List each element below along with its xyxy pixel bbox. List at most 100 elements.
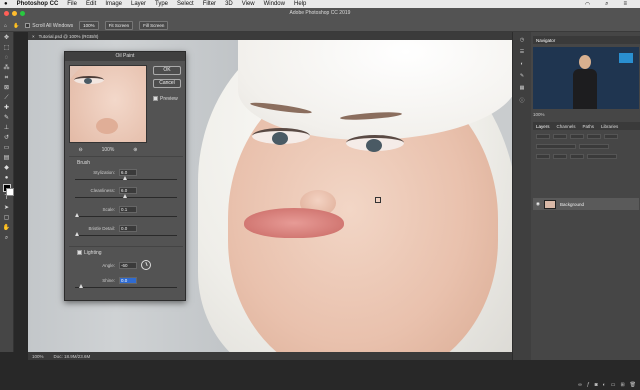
stylization-label: Stylization: <box>93 170 115 175</box>
zoom-in-icon[interactable]: ⊕ <box>133 147 137 153</box>
stylization-input[interactable]: 6.0 <box>119 169 137 176</box>
stylization-slider-handle[interactable] <box>123 176 127 180</box>
menu-window[interactable]: Window <box>264 1 285 7</box>
menu-3d[interactable]: 3D <box>225 1 233 7</box>
folder-icon[interactable]: ▭ <box>611 382 616 390</box>
menu-help[interactable]: Help <box>294 1 306 7</box>
path-select-tool-icon[interactable]: ➤ <box>2 204 12 212</box>
brush-panel-icon[interactable]: ✎ <box>518 73 526 80</box>
wifi-icon[interactable]: ◠ <box>585 1 590 8</box>
tab-layers[interactable]: Layers <box>536 124 550 129</box>
menu-image[interactable]: Image <box>105 1 122 7</box>
trash-icon[interactable]: 🗑 <box>630 382 636 390</box>
scale-slider[interactable] <box>75 216 177 217</box>
quick-select-tool-icon[interactable]: ⁂ <box>2 64 12 72</box>
angle-label: Angle: <box>102 263 115 268</box>
scale-input[interactable]: 0.1 <box>119 206 137 213</box>
menu-file[interactable]: File <box>67 1 77 7</box>
zoom-tool-icon[interactable]: ⌕ <box>2 234 12 242</box>
cleanliness-slider-handle[interactable] <box>123 194 127 198</box>
crop-tool-icon[interactable]: ⌗ <box>2 74 12 82</box>
hand-tool-icon[interactable]: ✋ <box>13 23 19 29</box>
menu-layer[interactable]: Layer <box>131 1 146 7</box>
stamp-tool-icon[interactable]: ⊥ <box>2 124 12 132</box>
adjustment-icon[interactable]: ◐ <box>603 382 606 390</box>
menu-filter[interactable]: Filter <box>203 1 216 7</box>
cancel-button[interactable]: Cancel <box>153 79 181 88</box>
status-zoom[interactable]: 100% <box>32 354 44 359</box>
move-tool-icon[interactable]: ✥ <box>2 34 12 42</box>
fill-screen-button[interactable]: Fill Screen <box>139 21 169 30</box>
shape-tool-icon[interactable]: ▢ <box>2 214 12 222</box>
cleanliness-input[interactable]: 6.0 <box>119 187 137 194</box>
mask-icon[interactable]: ◙ <box>595 382 598 390</box>
apple-icon[interactable]: ● <box>4 1 8 7</box>
zoom-100-button[interactable]: 100% <box>79 21 99 30</box>
navigator-zoom[interactable]: 100% <box>533 112 639 118</box>
eraser-tool-icon[interactable]: ▭ <box>2 144 12 152</box>
layer-filter-controls[interactable] <box>533 134 639 141</box>
new-layer-icon[interactable]: ⊞ <box>620 382 624 390</box>
eyedropper-tool-icon[interactable]: ⟋ <box>2 94 12 102</box>
menu-bar: ● Photoshop CC File Edit Image Layer Typ… <box>0 0 640 8</box>
gradient-tool-icon[interactable]: ▤ <box>2 154 12 162</box>
preview-checkbox[interactable]: Preview <box>153 96 178 102</box>
menu-edit[interactable]: Edit <box>86 1 96 7</box>
angle-dial[interactable] <box>141 260 151 270</box>
bristle-detail-label: Bristle Detail: <box>88 226 115 231</box>
navigator-thumbnail[interactable] <box>533 47 639 109</box>
angle-input[interactable]: -60 <box>119 262 137 269</box>
properties-panel-icon[interactable]: ☰ <box>518 49 526 56</box>
shine-slider-handle[interactable] <box>79 284 83 288</box>
tab-libraries[interactable]: Libraries <box>601 124 618 129</box>
shine-input[interactable]: 0.0 <box>119 277 137 284</box>
bristle-detail-slider-handle[interactable] <box>75 232 79 236</box>
ok-button[interactable]: OK <box>153 66 181 75</box>
hand-tool-icon[interactable]: ✋ <box>2 224 12 232</box>
blur-tool-icon[interactable]: ◆ <box>2 164 12 172</box>
shine-slider[interactable] <box>75 287 177 288</box>
marquee-tool-icon[interactable]: ⬚ <box>2 44 12 52</box>
tab-navigator[interactable]: Navigator <box>536 38 555 43</box>
menu-type[interactable]: Type <box>155 1 168 7</box>
fit-screen-button[interactable]: Fit Screen <box>104 21 134 30</box>
bristle-detail-input[interactable]: 0.0 <box>119 225 137 232</box>
close-tab-icon[interactable]: × <box>32 34 35 39</box>
menu-select[interactable]: Select <box>177 1 194 7</box>
search-icon[interactable]: ⌕ <box>605 1 608 8</box>
frame-tool-icon[interactable]: ⊠ <box>2 84 12 92</box>
filter-preview-image[interactable] <box>69 65 147 143</box>
link-icon[interactable]: ∞ <box>578 382 582 390</box>
layer-name: Background <box>559 201 584 207</box>
adjustments-panel-icon[interactable]: ◐ <box>518 61 526 68</box>
home-icon[interactable]: ⌂ <box>4 23 7 29</box>
fx-icon[interactable]: ƒ <box>587 382 590 390</box>
history-panel-icon[interactable]: ◷ <box>518 37 526 44</box>
lock-controls[interactable] <box>533 154 639 161</box>
healing-brush-tool-icon[interactable]: ✚ <box>2 104 12 112</box>
lasso-tool-icon[interactable]: ◌ <box>2 54 12 62</box>
control-center-icon[interactable]: ≡ <box>623 1 627 7</box>
scale-slider-handle[interactable] <box>75 213 79 217</box>
brush-tool-icon[interactable]: ✎ <box>2 114 12 122</box>
dodge-tool-icon[interactable]: ● <box>2 174 12 182</box>
scroll-all-windows-checkbox[interactable]: Scroll All Windows <box>25 23 73 29</box>
eye-icon[interactable]: ◉ <box>536 201 540 207</box>
options-bar: Adobe Photoshop CC 2019 ⌂ ✋ Scroll All W… <box>0 8 640 32</box>
history-brush-tool-icon[interactable]: ↺ <box>2 134 12 142</box>
info-panel-icon[interactable]: ⓘ <box>518 97 526 104</box>
tab-channels[interactable]: Channels <box>557 124 576 129</box>
zoom-out-icon[interactable]: ⊖ <box>78 147 82 153</box>
background-color-swatch[interactable] <box>6 188 14 196</box>
tab-paths[interactable]: Paths <box>583 124 595 129</box>
layer-row[interactable]: ◉ Background <box>533 198 639 210</box>
blend-mode-controls[interactable] <box>533 144 639 151</box>
menu-view[interactable]: View <box>242 1 255 7</box>
menu-photoshop[interactable]: Photoshop CC <box>17 1 59 7</box>
document-tab[interactable]: × Tutorial.psd @ 100% (RGB/8) <box>28 32 512 40</box>
divider <box>69 156 183 157</box>
bristle-detail-slider[interactable] <box>75 235 177 236</box>
angle-control: Angle: -60 <box>75 262 179 277</box>
swatches-panel-icon[interactable]: ▦ <box>518 85 526 92</box>
lighting-checkbox[interactable]: Lighting <box>77 250 102 256</box>
